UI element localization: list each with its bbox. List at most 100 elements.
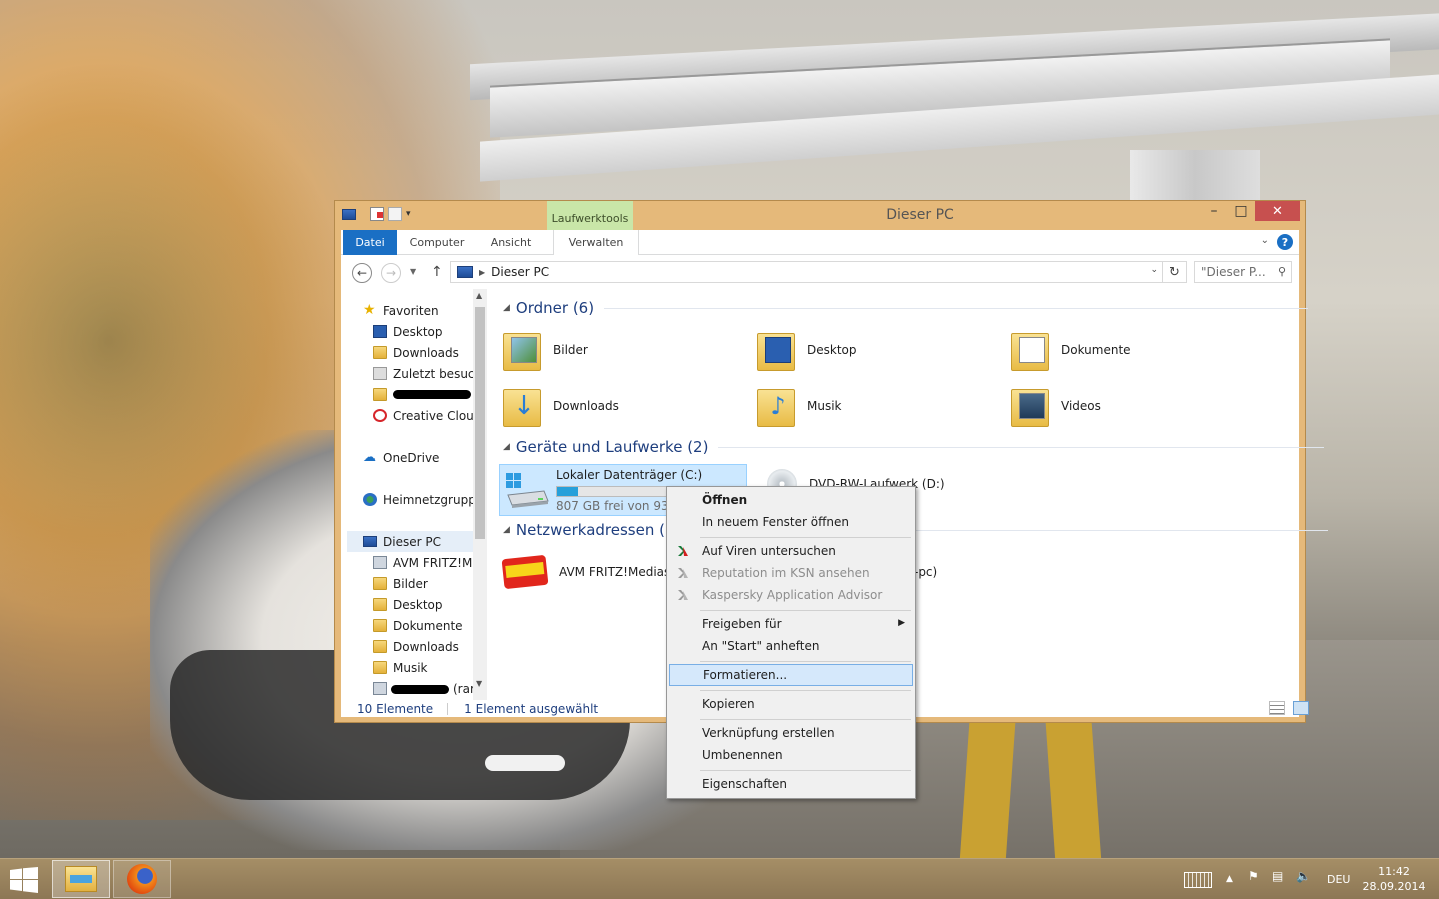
- sidebar-item-favorites[interactable]: ★ Favoriten: [363, 300, 487, 321]
- sidebar-item-label: Favoriten: [383, 303, 439, 318]
- group-header-devices[interactable]: ◢ Geräte und Laufwerke (2): [503, 438, 1325, 456]
- clock-date: 28.09.2014: [1362, 880, 1426, 893]
- menu-separator: [700, 690, 911, 691]
- close-button[interactable]: ✕: [1255, 201, 1300, 221]
- recent-locations-icon[interactable]: ▼: [410, 267, 416, 276]
- sidebar-item-fritz[interactable]: AVM FRITZ!Me: [373, 552, 487, 573]
- folder-item-downloads[interactable]: ↓ Downloads: [503, 385, 619, 427]
- action-center-flag-icon[interactable]: ⚑: [1248, 869, 1259, 883]
- collapse-icon[interactable]: ◢: [503, 442, 510, 452]
- refresh-button[interactable]: ↻: [1163, 261, 1187, 283]
- menu-item-advisor[interactable]: Kaspersky Application Advisor: [669, 584, 913, 606]
- menu-item-rename[interactable]: Umbenennen: [669, 744, 913, 766]
- drive-label: Lokaler Datenträger (C:): [556, 468, 703, 482]
- sidebar-item-network-redacted[interactable]: (rar: [373, 678, 487, 699]
- forward-button[interactable]: →: [381, 263, 401, 283]
- menu-item-properties[interactable]: Eigenschaften: [669, 773, 913, 795]
- breadcrumb[interactable]: Dieser PC: [491, 265, 549, 279]
- clock[interactable]: 11:42 28.09.2014: [1356, 864, 1432, 894]
- tab-computer[interactable]: Computer: [403, 230, 471, 255]
- cloud-icon: ☁: [363, 450, 376, 465]
- sidebar-item-homegroup[interactable]: Heimnetzgruppe: [363, 489, 487, 510]
- sidebar-item-label: Creative Cloud: [393, 408, 482, 423]
- group-header-label: Ordner (6): [515, 299, 595, 317]
- folder-item-videos[interactable]: Videos: [1011, 385, 1101, 427]
- ribbon-expand-icon[interactable]: ⌄: [1261, 235, 1269, 246]
- music-folder-icon: ♪: [757, 385, 795, 427]
- scroll-down-icon[interactable]: ▼: [476, 679, 482, 688]
- sidebar-item-redacted[interactable]: [373, 384, 487, 405]
- tab-view[interactable]: Ansicht: [481, 230, 541, 255]
- file-explorer-icon: [65, 866, 97, 892]
- menu-item-scan[interactable]: Auf Viren untersuchen: [669, 540, 913, 562]
- downloads-folder-icon: [373, 640, 387, 653]
- scroll-up-icon[interactable]: ▲: [476, 291, 482, 300]
- folder-item-desktop[interactable]: Desktop: [757, 329, 857, 371]
- folder-label: Videos: [1061, 399, 1101, 413]
- folder-item-documents[interactable]: Dokumente: [1011, 329, 1131, 371]
- chevron-down-icon[interactable]: ⌄: [1150, 265, 1158, 275]
- sidebar-item-music[interactable]: Musik: [373, 657, 487, 678]
- address-bar[interactable]: ▶ Dieser PC ⌄: [450, 261, 1163, 283]
- minimize-button[interactable]: –: [1201, 201, 1227, 221]
- menu-separator: [700, 719, 911, 720]
- menu-item-open-new-window[interactable]: In neuem Fenster öffnen: [669, 511, 913, 533]
- sidebar-item-desktop[interactable]: Desktop: [373, 321, 487, 342]
- input-language[interactable]: DEU: [1327, 873, 1350, 886]
- menu-item-copy[interactable]: Kopieren: [669, 693, 913, 715]
- breadcrumb-arrow-icon[interactable]: ▶: [479, 268, 485, 277]
- folder-item-music[interactable]: ♪ Musik: [757, 385, 842, 427]
- computer-icon: [363, 536, 377, 547]
- maximize-button[interactable]: □: [1228, 201, 1254, 221]
- navpane-scrollbar[interactable]: ▲ ▼: [473, 289, 487, 700]
- back-button[interactable]: ←: [352, 263, 372, 283]
- up-button[interactable]: ↑: [431, 264, 443, 280]
- taskbar-firefox-button[interactable]: [113, 860, 171, 898]
- search-input[interactable]: "Dieser P... ⚲: [1194, 261, 1292, 283]
- kaspersky-icon: [678, 590, 688, 600]
- sidebar-item-this-pc[interactable]: Dieser PC: [347, 531, 473, 552]
- drive-usage-fill: [557, 487, 578, 496]
- sidebar-item-recent[interactable]: Zuletzt besuch: [373, 363, 487, 384]
- tab-manage[interactable]: Verwalten: [553, 230, 639, 255]
- folder-label: Desktop: [807, 343, 857, 357]
- sidebar-item-desktop-pc[interactable]: Desktop: [373, 594, 487, 615]
- folder-item-pictures[interactable]: Bilder: [503, 329, 588, 371]
- sidebar-item-label: OneDrive: [383, 450, 440, 465]
- collapse-icon[interactable]: ◢: [503, 303, 510, 313]
- large-icons-view-icon[interactable]: [1293, 701, 1309, 715]
- sidebar-item-downloads[interactable]: Downloads: [373, 342, 487, 363]
- title-bar[interactable]: ▾ Laufwerktools Dieser PC – □ ✕: [335, 201, 1305, 230]
- menu-separator: [700, 537, 911, 538]
- menu-item-format[interactable]: Formatieren...: [669, 664, 913, 686]
- scrollbar-thumb[interactable]: [475, 307, 485, 539]
- network-icon[interactable]: ▤: [1272, 869, 1283, 883]
- windows-start-icon[interactable]: [10, 867, 38, 893]
- network-drive-icon: [373, 682, 387, 695]
- sidebar-item-onedrive[interactable]: ☁ OneDrive: [363, 447, 487, 468]
- sidebar-item-downloads-pc[interactable]: Downloads: [373, 636, 487, 657]
- menu-item-create-shortcut[interactable]: Verknüpfung erstellen: [669, 722, 913, 744]
- menu-item-ksn[interactable]: Reputation im KSN ansehen: [669, 562, 913, 584]
- volume-icon[interactable]: 🔈: [1296, 869, 1311, 883]
- sidebar-item-documents[interactable]: Dokumente: [373, 615, 487, 636]
- sidebar-item-creative-cloud[interactable]: Creative Cloud: [373, 405, 487, 426]
- network-item-fritz[interactable]: AVM FRITZ!Mediase: [501, 554, 678, 590]
- details-view-icon[interactable]: [1269, 701, 1285, 715]
- search-icon[interactable]: ⚲: [1278, 265, 1286, 278]
- taskbar-explorer-button[interactable]: [52, 860, 110, 898]
- homegroup-icon: [363, 493, 377, 506]
- menu-item-pin-start[interactable]: An "Start" anheften: [669, 635, 913, 657]
- sidebar-item-label: Zuletzt besuch: [393, 366, 483, 381]
- help-icon[interactable]: ?: [1277, 234, 1293, 250]
- menu-item-share[interactable]: Freigeben für ▶: [669, 613, 913, 635]
- group-header-folders[interactable]: ◢ Ordner (6): [503, 299, 1309, 317]
- kaspersky-icon: [678, 546, 688, 556]
- touch-keyboard-icon[interactable]: [1184, 872, 1212, 888]
- show-hidden-icons-icon[interactable]: ▲: [1226, 874, 1233, 884]
- menu-item-open[interactable]: Öffnen: [669, 489, 913, 511]
- collapse-icon[interactable]: ◢: [503, 525, 510, 535]
- menu-item-label: Kaspersky Application Advisor: [702, 588, 883, 602]
- tab-file[interactable]: Datei: [343, 230, 397, 255]
- sidebar-item-pictures[interactable]: Bilder: [373, 573, 487, 594]
